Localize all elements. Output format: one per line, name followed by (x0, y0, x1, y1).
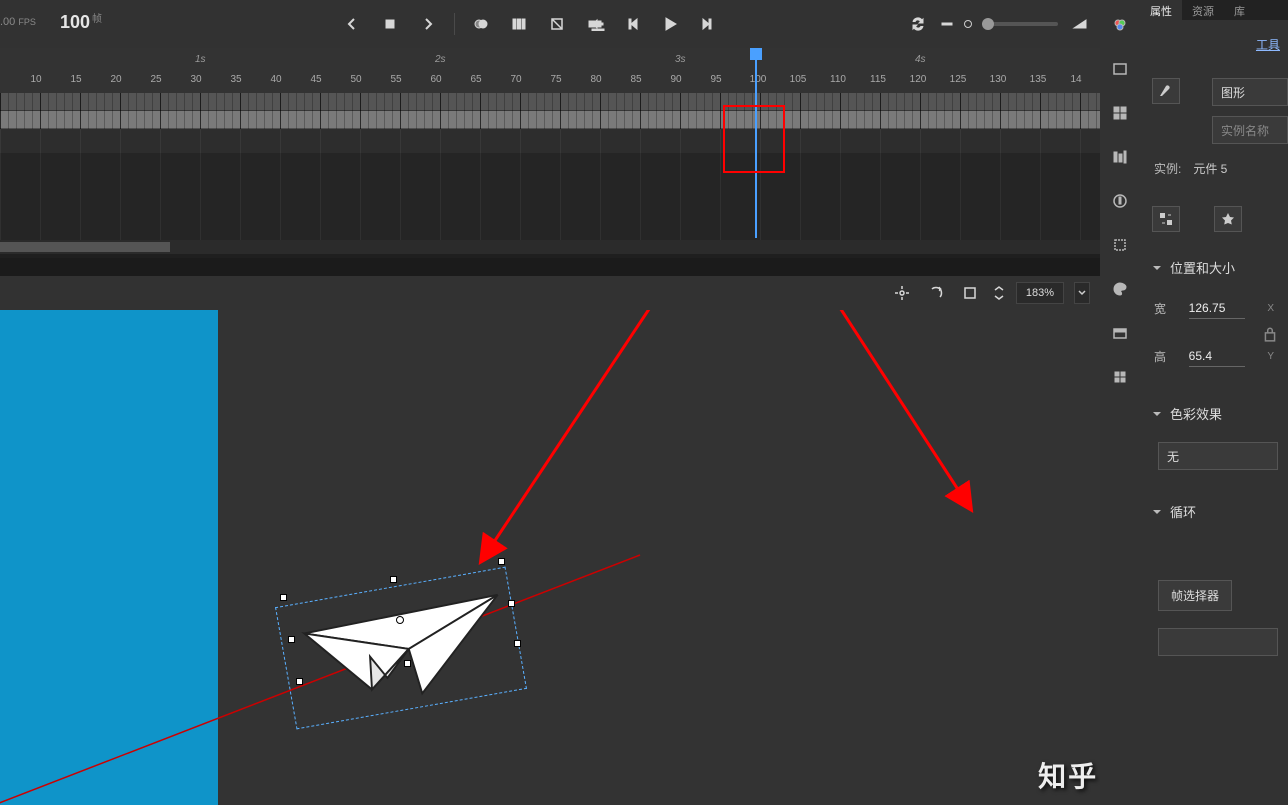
width-value[interactable]: 126.75 (1189, 298, 1245, 319)
info-panel-icon[interactable] (1107, 188, 1133, 214)
tab-properties[interactable]: 属性 (1140, 0, 1182, 20)
resize-handle[interactable] (296, 678, 303, 685)
step-forward-icon[interactable] (694, 12, 718, 36)
zoom-stepper-icon[interactable] (992, 281, 1006, 305)
swatches-panel-icon[interactable] (1107, 276, 1133, 302)
keyframe-prev-icon[interactable] (340, 12, 364, 36)
height-label: 高 (1154, 348, 1166, 365)
section-loop[interactable]: 循环 (1152, 502, 1196, 521)
section-position-size[interactable]: 位置和大小 (1152, 258, 1235, 277)
dock-icon-strip (1100, 0, 1140, 805)
stage-toolbar: 183% (0, 276, 1100, 310)
x-label: X (1267, 303, 1274, 314)
timeline-zoom-slider[interactable] (982, 22, 1058, 26)
tool-link[interactable]: 工具 (1256, 36, 1280, 53)
loop-first-frame-input[interactable] (1158, 628, 1278, 656)
instance-value[interactable]: 元件 5 (1193, 160, 1227, 177)
loop-icon[interactable] (906, 12, 930, 36)
stage-panel-icon[interactable] (1107, 56, 1133, 82)
tab-assets[interactable]: 资源 (1182, 0, 1224, 20)
assets-panel-icon[interactable] (1107, 100, 1133, 126)
play-icon[interactable] (658, 12, 682, 36)
onion-skin-icon[interactable] (469, 12, 493, 36)
transform-origin-handle[interactable] (396, 616, 404, 624)
color-panel-icon[interactable] (1107, 12, 1133, 38)
transform-panel-icon[interactable] (1107, 232, 1133, 258)
instance-label: 实例: (1154, 160, 1181, 177)
fps-display[interactable]: .00 FPS 100 帧 (0, 12, 110, 36)
tab-library[interactable]: 库 (1224, 0, 1255, 20)
timeline-panel: .00 FPS 100 帧 (0, 0, 1100, 258)
resize-handle[interactable] (498, 558, 505, 565)
marker-icon[interactable] (545, 12, 569, 36)
annotation-box (723, 105, 785, 173)
selection-bounding-box[interactable] (284, 586, 518, 710)
rotate-view-icon[interactable] (924, 281, 948, 305)
instance-type-dropdown[interactable]: 图形 (1212, 78, 1288, 106)
export-icon[interactable] (586, 12, 610, 36)
instance-name-input[interactable]: 实例名称 (1212, 116, 1288, 144)
color-effect-dropdown[interactable]: 无 (1158, 442, 1278, 470)
swap-symbol-button[interactable] (1152, 206, 1180, 232)
zoom-out-icon[interactable] (940, 12, 954, 36)
resize-handle[interactable] (508, 600, 515, 607)
properties-panel: 属性 资源 库 工具 图形 实例名称 实例: 元件 5 位置和大小 (1140, 0, 1288, 805)
panel-tabs: 属性 资源 库 (1140, 0, 1288, 20)
edit-multiple-frames-icon[interactable] (507, 12, 531, 36)
section-color-effect[interactable]: 色彩效果 (1152, 404, 1222, 423)
keyframe-next-icon[interactable] (416, 12, 440, 36)
resize-handle[interactable] (404, 660, 411, 667)
resize-handle[interactable] (390, 576, 397, 583)
clip-stage-icon[interactable] (958, 281, 982, 305)
library-panel-icon[interactable] (1107, 320, 1133, 346)
resize-handle[interactable] (280, 594, 287, 601)
zoom-level-input[interactable]: 183% (1016, 282, 1064, 304)
fit-icon[interactable] (1068, 12, 1092, 36)
timeline-ruler[interactable]: 1s2s3s4s 1015202530354045505560657075808… (0, 48, 1100, 93)
object-type-icon[interactable] (1152, 78, 1180, 104)
edit-symbol-button[interactable] (1214, 206, 1242, 232)
step-back-icon[interactable] (622, 12, 646, 36)
timeline-frames[interactable] (0, 93, 1100, 153)
timeline-toolbar: .00 FPS 100 帧 (0, 0, 1100, 48)
timeline-h-scrollbar[interactable] (0, 240, 1100, 254)
lock-aspect-icon[interactable] (1258, 322, 1282, 346)
center-stage-icon[interactable] (890, 281, 914, 305)
frame-selector-button[interactable]: 帧选择器 (1158, 580, 1232, 611)
zoom-reset-icon[interactable] (964, 20, 972, 28)
keyframe-insert-icon[interactable] (378, 12, 402, 36)
width-label: 宽 (1154, 300, 1166, 317)
y-label: Y (1267, 351, 1274, 362)
resize-handle[interactable] (288, 636, 295, 643)
height-value[interactable]: 65.4 (1189, 346, 1245, 367)
resize-handle[interactable] (514, 640, 521, 647)
align-panel-icon[interactable] (1107, 144, 1133, 170)
components-panel-icon[interactable] (1107, 364, 1133, 390)
stage-background (0, 310, 218, 805)
stage-canvas[interactable] (0, 310, 1100, 805)
zoom-dropdown[interactable] (1074, 282, 1090, 304)
